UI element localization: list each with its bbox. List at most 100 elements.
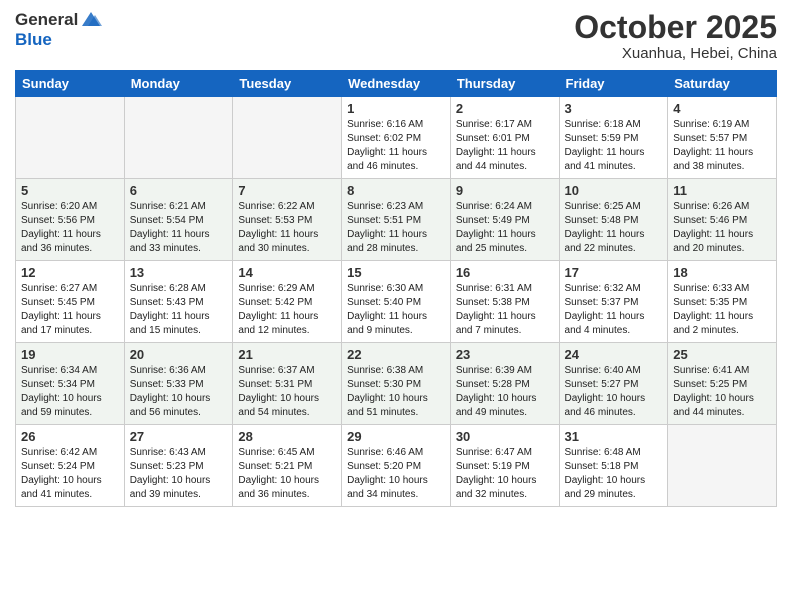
day-number: 2: [456, 101, 554, 116]
day-number: 21: [238, 347, 336, 362]
day-info: Sunrise: 6:43 AMSunset: 5:23 PMDaylight:…: [130, 446, 228, 502]
calendar-week-row: 19 Sunrise: 6:34 AMSunset: 5:34 PMDayligh…: [16, 343, 777, 425]
weekday-header-thursday: Thursday: [450, 71, 559, 97]
day-number: 8: [347, 183, 445, 198]
day-number: 31: [565, 429, 663, 444]
day-number: 18: [673, 265, 771, 280]
day-info: Sunrise: 6:16 AMSunset: 6:02 PMDaylight:…: [347, 118, 445, 174]
day-info: Sunrise: 6:30 AMSunset: 5:40 PMDaylight:…: [347, 282, 445, 338]
weekday-header-friday: Friday: [559, 71, 668, 97]
calendar-week-row: 1 Sunrise: 6:16 AMSunset: 6:02 PMDaylight…: [16, 97, 777, 179]
day-info: Sunrise: 6:47 AMSunset: 5:19 PMDaylight:…: [456, 446, 554, 502]
calendar-cell: 23 Sunrise: 6:39 AMSunset: 5:28 PMDayligh…: [450, 343, 559, 425]
day-info: Sunrise: 6:34 AMSunset: 5:34 PMDaylight:…: [21, 364, 119, 420]
calendar-cell: 31Sunrise: 6:48 AMSunset: 5:18 PMDayligh…: [559, 425, 668, 507]
day-number: 4: [673, 101, 771, 116]
calendar-cell: [16, 97, 125, 179]
day-number: 10: [565, 183, 663, 198]
day-info: Sunrise: 6:46 AMSunset: 5:20 PMDaylight:…: [347, 446, 445, 502]
day-info: Sunrise: 6:26 AMSunset: 5:46 PMDaylight:…: [673, 200, 771, 256]
day-info: Sunrise: 6:41 AMSunset: 5:25 PMDaylight:…: [673, 364, 771, 420]
calendar-cell: 22Sunrise: 6:38 AMSunset: 5:30 PMDayligh…: [342, 343, 451, 425]
header: General Blue October 2025 Xuanhua, Hebei…: [15, 10, 777, 62]
calendar-cell: 8Sunrise: 6:23 AMSunset: 5:51 PMDaylight…: [342, 179, 451, 261]
location: Xuanhua, Hebei, China: [574, 45, 777, 62]
calendar-cell: 29 Sunrise: 6:46 AMSunset: 5:20 PMDayligh…: [342, 425, 451, 507]
calendar-cell: 11Sunrise: 6:26 AMSunset: 5:46 PMDayligh…: [668, 179, 777, 261]
calendar-cell: 6Sunrise: 6:21 AMSunset: 5:54 PMDaylight…: [124, 179, 233, 261]
day-info: Sunrise: 6:25 AMSunset: 5:48 PMDaylight:…: [565, 200, 663, 256]
month-title: October 2025: [574, 10, 777, 45]
day-number: 7: [238, 183, 336, 198]
weekday-header-saturday: Saturday: [668, 71, 777, 97]
day-number: 12: [21, 265, 119, 280]
day-info: Sunrise: 6:28 AMSunset: 5:43 PMDaylight:…: [130, 282, 228, 338]
logo-blue: Blue: [15, 30, 102, 50]
calendar-cell: 30 Sunrise: 6:47 AMSunset: 5:19 PMDayligh…: [450, 425, 559, 507]
day-number: 25: [673, 347, 771, 362]
day-number: 5: [21, 183, 119, 198]
day-number: 30: [456, 429, 554, 444]
calendar-cell: 13 Sunrise: 6:28 AMSunset: 5:43 PMDayligh…: [124, 261, 233, 343]
day-info: Sunrise: 6:33 AMSunset: 5:35 PMDaylight:…: [673, 282, 771, 338]
day-number: 29: [347, 429, 445, 444]
day-number: 3: [565, 101, 663, 116]
day-info: Sunrise: 6:27 AMSunset: 5:45 PMDaylight:…: [21, 282, 119, 338]
calendar-cell: [233, 97, 342, 179]
calendar-cell: 19 Sunrise: 6:34 AMSunset: 5:34 PMDayligh…: [16, 343, 125, 425]
weekday-header-tuesday: Tuesday: [233, 71, 342, 97]
weekday-header-wednesday: Wednesday: [342, 71, 451, 97]
calendar-cell: 5Sunrise: 6:20 AMSunset: 5:56 PMDaylight…: [16, 179, 125, 261]
calendar-cell: 1 Sunrise: 6:16 AMSunset: 6:02 PMDaylight…: [342, 97, 451, 179]
calendar-cell: 24Sunrise: 6:40 AMSunset: 5:27 PMDayligh…: [559, 343, 668, 425]
day-info: Sunrise: 6:18 AMSunset: 5:59 PMDaylight:…: [565, 118, 663, 174]
day-info: Sunrise: 6:36 AMSunset: 5:33 PMDaylight:…: [130, 364, 228, 420]
day-number: 28: [238, 429, 336, 444]
calendar-cell: 25 Sunrise: 6:41 AMSunset: 5:25 PMDayligh…: [668, 343, 777, 425]
calendar-cell: 2Sunrise: 6:17 AMSunset: 6:01 PMDaylight…: [450, 97, 559, 179]
calendar-cell: 7 Sunrise: 6:22 AMSunset: 5:53 PMDaylight…: [233, 179, 342, 261]
day-number: 15: [347, 265, 445, 280]
day-info: Sunrise: 6:19 AMSunset: 5:57 PMDaylight:…: [673, 118, 771, 174]
day-info: Sunrise: 6:45 AMSunset: 5:21 PMDaylight:…: [238, 446, 336, 502]
calendar-cell: 9 Sunrise: 6:24 AMSunset: 5:49 PMDaylight…: [450, 179, 559, 261]
weekday-header-sunday: Sunday: [16, 71, 125, 97]
day-number: 26: [21, 429, 119, 444]
day-number: 20: [130, 347, 228, 362]
calendar-week-row: 5Sunrise: 6:20 AMSunset: 5:56 PMDaylight…: [16, 179, 777, 261]
weekday-header-monday: Monday: [124, 71, 233, 97]
calendar-cell: 26 Sunrise: 6:42 AMSunset: 5:24 PMDayligh…: [16, 425, 125, 507]
day-info: Sunrise: 6:39 AMSunset: 5:28 PMDaylight:…: [456, 364, 554, 420]
title-block: October 2025 Xuanhua, Hebei, China: [574, 10, 777, 62]
day-number: 1: [347, 101, 445, 116]
calendar-cell: 27 Sunrise: 6:43 AMSunset: 5:23 PMDayligh…: [124, 425, 233, 507]
day-info: Sunrise: 6:32 AMSunset: 5:37 PMDaylight:…: [565, 282, 663, 338]
calendar-cell: 20 Sunrise: 6:36 AMSunset: 5:33 PMDayligh…: [124, 343, 233, 425]
day-number: 16: [456, 265, 554, 280]
day-number: 19: [21, 347, 119, 362]
day-number: 9: [456, 183, 554, 198]
day-number: 22: [347, 347, 445, 362]
day-info: Sunrise: 6:24 AMSunset: 5:49 PMDaylight:…: [456, 200, 554, 256]
calendar-cell: 28 Sunrise: 6:45 AMSunset: 5:21 PMDayligh…: [233, 425, 342, 507]
day-info: Sunrise: 6:42 AMSunset: 5:24 PMDaylight:…: [21, 446, 119, 502]
calendar-table: SundayMondayTuesdayWednesdayThursdayFrid…: [15, 70, 777, 507]
calendar-cell: 15 Sunrise: 6:30 AMSunset: 5:40 PMDayligh…: [342, 261, 451, 343]
calendar-cell: 12 Sunrise: 6:27 AMSunset: 5:45 PMDayligh…: [16, 261, 125, 343]
day-number: 14: [238, 265, 336, 280]
calendar-cell: 18 Sunrise: 6:33 AMSunset: 5:35 PMDayligh…: [668, 261, 777, 343]
calendar-cell: 16 Sunrise: 6:31 AMSunset: 5:38 PMDayligh…: [450, 261, 559, 343]
calendar-week-row: 26 Sunrise: 6:42 AMSunset: 5:24 PMDayligh…: [16, 425, 777, 507]
logo-general: General: [15, 10, 78, 30]
day-info: Sunrise: 6:40 AMSunset: 5:27 PMDaylight:…: [565, 364, 663, 420]
day-info: Sunrise: 6:31 AMSunset: 5:38 PMDaylight:…: [456, 282, 554, 338]
calendar-cell: 4 Sunrise: 6:19 AMSunset: 5:57 PMDaylight…: [668, 97, 777, 179]
day-info: Sunrise: 6:37 AMSunset: 5:31 PMDaylight:…: [238, 364, 336, 420]
day-number: 27: [130, 429, 228, 444]
day-number: 13: [130, 265, 228, 280]
day-info: Sunrise: 6:21 AMSunset: 5:54 PMDaylight:…: [130, 200, 228, 256]
day-info: Sunrise: 6:22 AMSunset: 5:53 PMDaylight:…: [238, 200, 336, 256]
calendar-cell: [124, 97, 233, 179]
day-number: 23: [456, 347, 554, 362]
calendar-cell: [668, 425, 777, 507]
